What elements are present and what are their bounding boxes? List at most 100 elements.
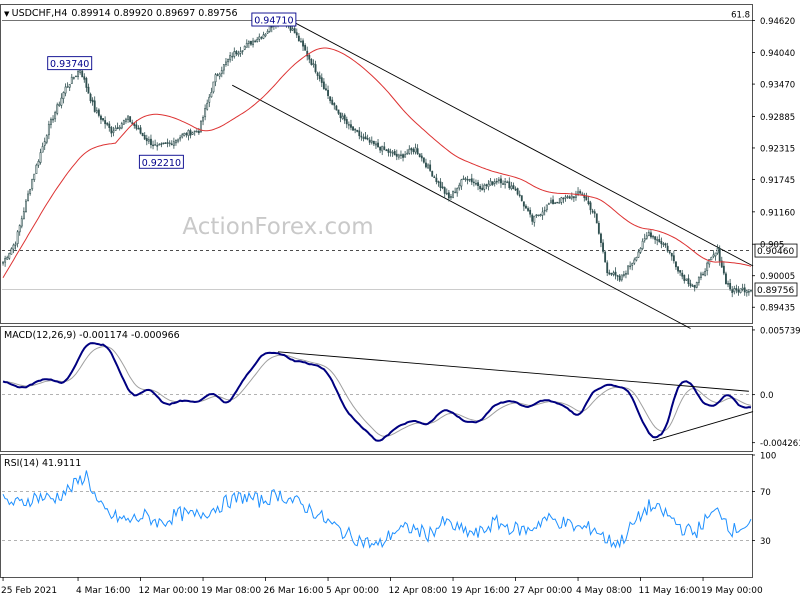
candle — [675, 261, 677, 270]
candle-body — [727, 283, 729, 285]
candle — [727, 280, 729, 288]
candle — [402, 153, 404, 162]
candle — [145, 134, 148, 146]
candle-body — [150, 138, 152, 146]
candle-body — [618, 275, 621, 281]
candle — [181, 133, 184, 139]
price-tick-label: 0.93470 — [760, 81, 795, 91]
candle-body — [143, 135, 146, 140]
candle-body — [677, 266, 679, 272]
price-annotation: 0.93740 — [47, 56, 93, 70]
candle-body — [322, 81, 325, 90]
price-tick-label: 0.905 — [760, 241, 784, 251]
candle-body — [391, 152, 394, 154]
candle — [408, 145, 411, 155]
candle-body — [718, 247, 721, 262]
macd-title: MACD(12,26,9) -0.001174 -0.000966 — [4, 330, 180, 341]
candle-body — [29, 189, 32, 194]
candle-body — [39, 152, 42, 163]
candle-body — [416, 148, 419, 155]
candle-body — [743, 287, 746, 293]
candle — [625, 270, 627, 279]
candle — [66, 82, 69, 88]
candle — [208, 94, 211, 108]
candle-body — [8, 253, 11, 259]
candle-body — [606, 262, 609, 274]
price-annotation-text: 0.92210 — [142, 158, 181, 169]
candle-body — [670, 253, 673, 257]
candle — [377, 138, 379, 148]
candle-body — [452, 190, 454, 198]
candle — [358, 127, 361, 140]
candle-body — [443, 187, 446, 194]
candle-body — [614, 271, 617, 276]
candle-body — [325, 88, 327, 91]
candle — [475, 179, 477, 186]
candle-body — [458, 184, 461, 189]
price-tick-label: 0.91160 — [760, 208, 795, 218]
candle-body — [379, 146, 382, 151]
candle-body — [725, 273, 727, 285]
candle — [137, 125, 140, 130]
candle — [470, 173, 473, 186]
candle-body — [658, 239, 661, 243]
candle — [533, 215, 536, 227]
candle — [247, 40, 250, 49]
candle — [216, 73, 219, 77]
candle-body — [131, 122, 134, 124]
candle-body — [25, 200, 27, 212]
candle-body — [414, 147, 417, 153]
candle — [187, 129, 190, 141]
candle — [450, 194, 452, 200]
macd-line — [2, 342, 752, 442]
candle — [527, 206, 529, 213]
candle-body — [333, 103, 336, 106]
candle-body — [256, 39, 259, 42]
rsi-line — [2, 470, 752, 549]
candle-body — [310, 59, 313, 65]
candle-body — [66, 86, 69, 88]
candle — [741, 283, 744, 292]
candle — [304, 43, 307, 51]
candle — [14, 241, 17, 250]
candle — [750, 289, 752, 293]
candle — [650, 230, 652, 239]
candle-body — [237, 52, 240, 55]
candle-body — [433, 176, 436, 179]
candle-body — [693, 284, 696, 288]
candle — [427, 163, 429, 169]
candle-body — [145, 138, 148, 142]
candle-body — [312, 63, 315, 65]
candle — [745, 289, 748, 297]
candle — [383, 142, 386, 151]
candle — [356, 129, 359, 133]
candle-body — [70, 76, 73, 84]
candle-body — [250, 40, 252, 45]
candle — [89, 92, 92, 104]
candle-body — [381, 145, 384, 152]
candle — [629, 261, 632, 270]
candle-body — [243, 45, 246, 50]
candle-body — [660, 241, 663, 245]
candle — [452, 190, 454, 199]
candle-body — [429, 164, 432, 171]
candle — [647, 230, 650, 237]
candle — [508, 177, 511, 190]
candle — [477, 179, 479, 191]
candle-body — [318, 75, 321, 79]
candle — [706, 261, 709, 276]
candle — [320, 73, 323, 88]
candle — [608, 269, 611, 276]
candle — [589, 200, 592, 215]
candle-body — [629, 265, 632, 268]
candle — [391, 150, 394, 157]
candle-body — [620, 274, 623, 281]
candle-body — [556, 201, 559, 204]
candle-body — [427, 164, 429, 169]
candle — [389, 148, 392, 157]
candle-body — [75, 75, 77, 78]
candle — [539, 213, 542, 217]
candle — [618, 274, 621, 282]
candle-body — [464, 178, 467, 180]
candle — [410, 147, 413, 155]
